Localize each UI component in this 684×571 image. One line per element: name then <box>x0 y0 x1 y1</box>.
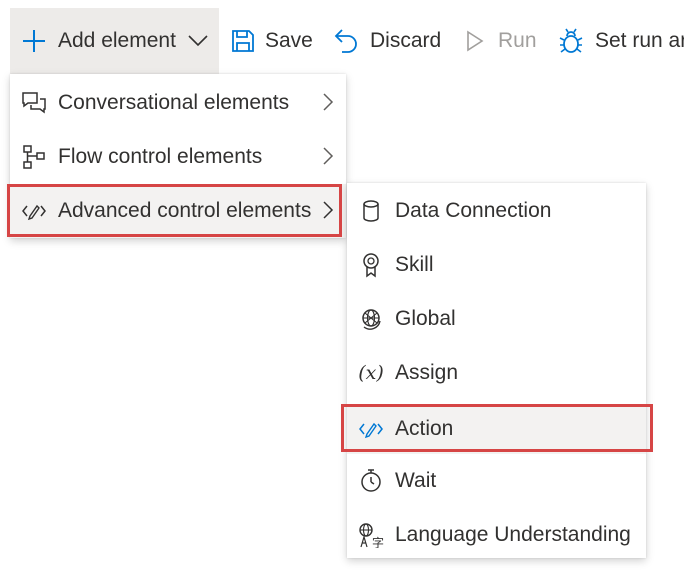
submenu-item-label: Data Connection <box>395 199 552 222</box>
plus-icon <box>22 29 46 53</box>
translate-icon: 字 <box>357 521 385 549</box>
add-element-button[interactable]: Add element <box>10 8 219 74</box>
menu-item-label: Flow control elements <box>58 145 263 168</box>
add-element-menu: Conversational elements Flow control ele… <box>10 74 346 238</box>
variable-x-icon: (x) <box>358 362 384 384</box>
code-pen-icon <box>20 198 48 224</box>
chat-bubbles-icon <box>20 90 48 116</box>
ribbon-badge-icon <box>357 251 385 279</box>
add-element-label: Add element <box>58 29 176 52</box>
chevron-right-icon <box>322 200 334 226</box>
submenu-item-action[interactable]: Action <box>347 404 646 454</box>
discard-button[interactable]: Discard <box>334 8 441 74</box>
submenu-item-global[interactable]: Global <box>347 292 646 346</box>
code-pen-icon <box>357 415 385 443</box>
globe-icon <box>357 305 385 333</box>
command-bar: Add element Save Discard Run Set run ar <box>0 0 684 74</box>
save-icon <box>231 29 255 53</box>
submenu-item-assign[interactable]: (x) Assign <box>347 346 646 400</box>
submenu-item-label: Assign <box>395 361 459 384</box>
submenu-item-language-understanding[interactable]: 字 Language Understanding <box>347 508 646 562</box>
menu-item-label: Conversational elements <box>58 91 290 114</box>
submenu-item-label: Language Understanding <box>395 523 631 546</box>
svg-text:字: 字 <box>372 535 384 548</box>
submenu-item-label: Action <box>395 417 454 440</box>
menu-item-label: Advanced control elements <box>58 199 312 222</box>
submenu-item-label: Skill <box>395 253 434 276</box>
bug-icon <box>559 28 583 54</box>
database-icon <box>357 197 385 225</box>
play-icon <box>466 30 484 52</box>
run-button[interactable]: Run <box>466 8 537 74</box>
save-label: Save <box>265 29 313 52</box>
advanced-control-submenu: Data Connection Skill Global (x) Assign <box>347 183 646 558</box>
submenu-item-skill[interactable]: Skill <box>347 238 646 292</box>
debug-button[interactable]: Set run ar <box>559 8 684 74</box>
submenu-item-label: Wait <box>395 469 437 492</box>
submenu-item-wait[interactable]: Wait <box>347 454 646 508</box>
submenu-item-data-connection[interactable]: Data Connection <box>347 184 646 238</box>
menu-item-advanced-control[interactable]: Advanced control elements <box>10 184 346 238</box>
chevron-right-icon <box>322 92 334 118</box>
debug-label: Set run ar <box>595 29 684 52</box>
run-label: Run <box>498 29 537 52</box>
timer-icon <box>357 467 385 495</box>
menu-item-conversational[interactable]: Conversational elements <box>10 76 346 130</box>
save-button[interactable]: Save <box>231 8 313 74</box>
chevron-right-icon <box>322 146 334 172</box>
submenu-item-label: Global <box>395 307 456 330</box>
undo-icon <box>334 28 358 54</box>
chevron-down-icon <box>188 35 208 47</box>
flow-chart-icon <box>20 144 48 170</box>
discard-label: Discard <box>370 29 442 52</box>
menu-item-flow-control[interactable]: Flow control elements <box>10 130 346 184</box>
